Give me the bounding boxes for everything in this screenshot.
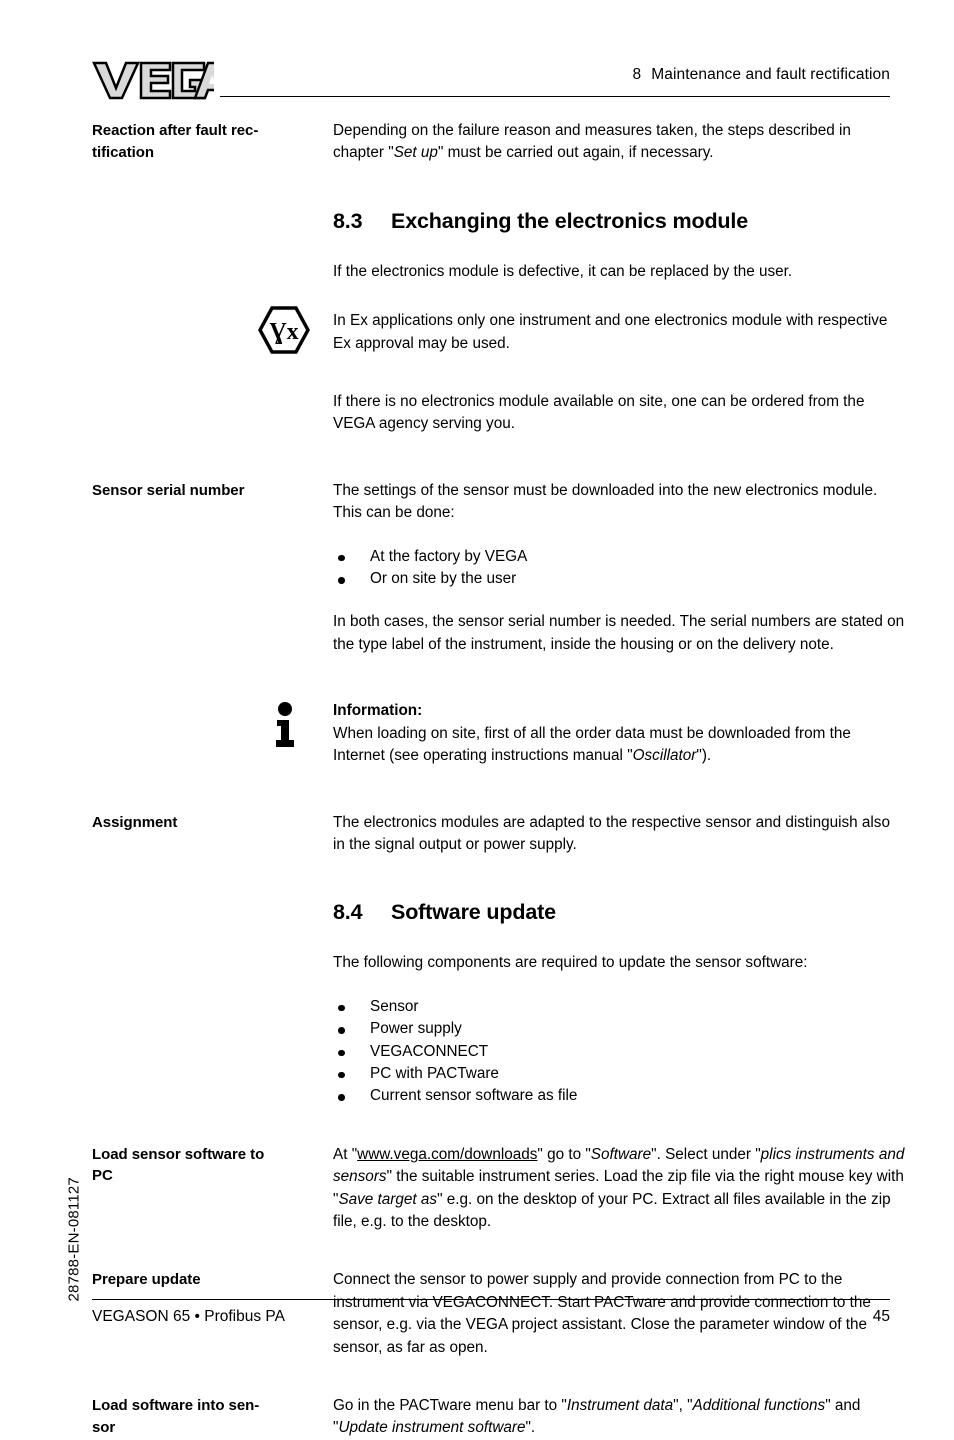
heading-8-3-number: 8.3 <box>333 208 363 233</box>
marginal-load-sensor: Load software into sen- sor <box>92 1395 317 1438</box>
marginal-reaction: Reaction after fault rec- tification <box>92 120 317 163</box>
load-sensor-ref-additional-functions: Additional functions <box>692 1397 826 1414</box>
marginal-load-pc: Load sensor software to PC <box>92 1144 317 1187</box>
section-load-sensor-software-to-pc: Load sensor software to PC At "www.vega.… <box>0 1144 954 1234</box>
paragraph-exchanging-intro: If the electronics module is defective, … <box>333 262 793 280</box>
body-prepare-update: Connect the sensor to power supply and p… <box>333 1269 905 1359</box>
paragraph-load-pc: At "www.vega.com/downloads" go to "Softw… <box>333 1144 905 1234</box>
list-download-options: At the factory by VEGA Or on site by the… <box>333 546 905 591</box>
load-pc-ref-save-target-as: Save target as <box>338 1190 438 1208</box>
header-divider <box>220 96 890 97</box>
marginal-load-sensor-line1: Load software into sen- <box>92 1397 260 1414</box>
page-header: 8 Maintenance and fault rectification <box>0 58 954 106</box>
footer-product-name: VEGASON 65 • Profibus PA <box>92 1308 285 1325</box>
body-exchanging-intro: If the electronics module is defective, … <box>333 261 905 283</box>
page-content: Reaction after fault rec- tification Dep… <box>0 120 954 1440</box>
information-title: Information: <box>333 702 423 720</box>
chapter-title: Maintenance and fault rectification <box>651 66 890 83</box>
section-assignment: Assignment The electronics modules are a… <box>0 812 954 857</box>
body-reaction: Depending on the failure reason and meas… <box>333 120 905 165</box>
list-item: At the factory by VEGA <box>333 546 905 568</box>
footer-divider <box>92 1299 890 1300</box>
page-number: 45 <box>872 1308 890 1325</box>
load-sensor-ref-instrument-data: Instrument data <box>566 1397 674 1414</box>
marginal-prepare-update: Prepare update <box>92 1271 201 1289</box>
load-pc-text-1: At " <box>333 1145 358 1163</box>
reaction-text-post: " must be carried out again, if necessar… <box>437 144 714 162</box>
heading-8-4-number: 8.4 <box>333 900 363 925</box>
list-item: PC with PACTware <box>333 1063 905 1085</box>
load-sensor-text-4: ". <box>525 1419 536 1437</box>
section-load-software-into-sensor: Load software into sen- sor Go in the PA… <box>0 1395 954 1440</box>
body-load-pc: At "www.vega.com/downloads" go to "Softw… <box>333 1144 905 1234</box>
list-item: Sensor <box>333 996 905 1018</box>
paragraph-load-sensor: Go in the PACTware menu bar to "Instrume… <box>333 1395 905 1440</box>
body-assignment: The electronics modules are adapted to t… <box>333 812 905 857</box>
heading-8-3-title: Exchanging the electronics module <box>391 208 749 233</box>
list-item: Power supply <box>333 1018 905 1040</box>
marginal-load-pc-line2: PC <box>92 1167 113 1185</box>
paragraph-ex-note: In Ex applications only one instrument a… <box>333 312 888 352</box>
load-sensor-ref-update-instrument-software: Update instrument software <box>338 1419 526 1437</box>
marginal-load-sensor-line2: sor <box>92 1418 116 1436</box>
information-ref-oscillator: Oscillator <box>632 747 697 765</box>
paragraph-software-update-intro: The following components are required to… <box>333 954 808 972</box>
chapter-number: 8 <box>632 66 642 83</box>
body-load-sensor: Go in the PACTware menu bar to "Instrume… <box>333 1395 905 1440</box>
document-page: 8 Maintenance and fault rectification Rea… <box>0 0 954 1436</box>
list-item: Or on site by the user <box>333 568 905 590</box>
section-software-update: The following components are required to… <box>0 952 954 1107</box>
body-sensor-serial-number: The settings of the sensor must be downl… <box>333 480 905 656</box>
section-sensor-serial-number: Sensor serial number The settings of the… <box>0 480 954 656</box>
vega-logo <box>92 60 214 100</box>
list-item: VEGACONNECT <box>333 1041 905 1063</box>
body-software-update: The following components are required to… <box>333 952 905 1107</box>
chapter-header: 8 Maintenance and fault rectification <box>633 66 890 84</box>
information-icon <box>270 701 300 749</box>
paragraph-ordering: If there is no electronics module availa… <box>333 393 865 433</box>
section-ordering: If there is no electronics module availa… <box>0 391 954 436</box>
list-item: Current sensor software as file <box>333 1085 905 1107</box>
marginal-reaction-line2: tification <box>92 143 154 161</box>
marginal-sensor-serial-number: Sensor serial number <box>92 481 245 499</box>
body-information: Information: When loading on site, first… <box>333 700 905 767</box>
information-text-pre: When loading on site, first of all the o… <box>333 724 851 765</box>
paragraph-assignment: The electronics modules are adapted to t… <box>333 813 890 853</box>
svg-text:Ɣx: Ɣx <box>269 319 298 345</box>
reaction-ref-setup: Set up <box>393 144 438 162</box>
paragraph-information: When loading on site, first of all the o… <box>333 723 905 768</box>
body-ordering: If there is no electronics module availa… <box>333 391 905 436</box>
section-exchanging-intro: If the electronics module is defective, … <box>0 261 954 283</box>
heading-8-3: 8.3 Exchanging the electronics module <box>333 209 905 234</box>
paragraph-serial-outro: In both cases, the sensor serial number … <box>333 613 905 653</box>
section-reaction-after-fault-rectification: Reaction after fault rec- tification Dep… <box>0 120 954 165</box>
information-text-post: "). <box>696 747 712 765</box>
marginal-load-pc-line1: Load sensor software to <box>92 1145 265 1163</box>
paragraph-serial-intro: The settings of the sensor must be downl… <box>333 481 878 522</box>
marginal-reaction-line1: Reaction after fault rec- <box>92 122 259 139</box>
section-information: Information: When loading on site, first… <box>0 700 954 767</box>
heading-8-4-title: Software update <box>391 900 556 925</box>
load-pc-text-3: ". Select under " <box>651 1145 761 1163</box>
load-sensor-text-1: Go in the PACTware menu bar to " <box>333 1397 567 1414</box>
ex-hazard-icon: Ɣx <box>258 306 310 354</box>
downloads-url-link[interactable]: www.vega.com/downloads <box>357 1146 537 1163</box>
marginal-assignment: Assignment <box>92 813 178 831</box>
load-sensor-text-2: ", " <box>673 1397 693 1414</box>
paragraph-reaction: Depending on the failure reason and meas… <box>333 120 905 165</box>
document-side-code: 28788-EN-081127 <box>65 1177 83 1302</box>
list-required-components: Sensor Power supply VEGACONNECT PC with … <box>333 996 905 1108</box>
section-ex-note: Ɣx In Ex applications only one instrumen… <box>0 306 954 355</box>
body-ex-note: In Ex applications only one instrument a… <box>333 310 905 355</box>
heading-8-4: 8.4 Software update <box>333 900 905 925</box>
paragraph-prepare-update: Connect the sensor to power supply and p… <box>333 1271 871 1356</box>
load-pc-ref-software: Software <box>590 1145 652 1163</box>
load-pc-text-2: " go to " <box>537 1145 591 1163</box>
